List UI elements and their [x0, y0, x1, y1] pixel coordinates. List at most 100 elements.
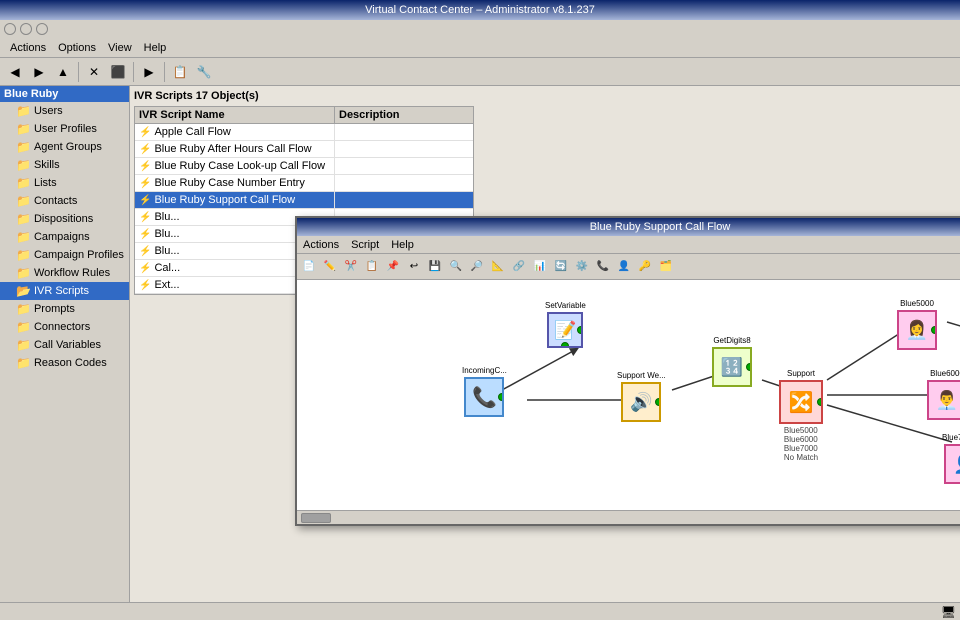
node-blue6000-box[interactable]: 👨‍💼 [927, 380, 960, 420]
script-icon-0: ⚡ [139, 127, 151, 138]
node-support-switch[interactable]: Support 🔀 Blue5000Blue6000Blue7000No Mat… [779, 368, 823, 462]
flow-tb-cut[interactable]: ✂️ [341, 257, 361, 277]
toolbar-icon1[interactable]: 📋 [169, 61, 191, 83]
node-supportwe[interactable]: Support We... 🔊 [617, 370, 666, 422]
ivr-row-0[interactable]: ⚡ Apple Call Flow [135, 124, 473, 141]
node-setvar-label: SetVariable [545, 301, 586, 310]
toolbar-delete[interactable]: ✕ [83, 61, 105, 83]
minimize-btn[interactable] [20, 23, 32, 35]
toolbar-stop[interactable]: ⬛ [107, 61, 129, 83]
folder-icon-lists: 📁 [16, 176, 31, 190]
folder-icon-ivrscripts: 📂 [16, 284, 31, 298]
node-blue6000[interactable]: Blue6000 👨‍💼 [927, 368, 960, 420]
flow-tb-icon8[interactable]: 📞 [593, 257, 613, 277]
node-support-options: Blue5000Blue6000Blue7000No Match [784, 426, 818, 462]
flow-tb-edit[interactable]: ✏️ [320, 257, 340, 277]
flow-scrollbar-horizontal[interactable] [297, 510, 960, 524]
flow-tb-icon7[interactable]: ⚙️ [572, 257, 592, 277]
flow-tb-icon2[interactable]: 🔎 [467, 257, 487, 277]
sidebar-item-userprofiles[interactable]: 📁 User Profiles [0, 120, 129, 138]
title-bar: Virtual Contact Center – Administrator v… [0, 0, 960, 20]
folder-icon-dispositions: 📁 [16, 212, 31, 226]
menu-actions[interactable]: Actions [4, 40, 52, 56]
sidebar-label-campaignprofiles: Campaign Profiles [34, 249, 124, 261]
node-getdigits-box[interactable]: 🔢 [712, 347, 752, 387]
script-icon-7: ⚡ [139, 246, 151, 257]
sidebar-item-users[interactable]: 📁 Users [0, 102, 129, 120]
folder-icon-reasoncodes: 📁 [16, 356, 31, 370]
sidebar-item-callvariables[interactable]: 📁 Call Variables [0, 336, 129, 354]
node-incoming[interactable]: IncomingC... 📞 [462, 365, 507, 417]
menu-options[interactable]: Options [52, 40, 102, 56]
ivr-row-3[interactable]: ⚡ Blue Ruby Case Number Entry [135, 175, 473, 192]
toolbar-up[interactable]: ▲ [52, 61, 74, 83]
node-setvar-icon: 📝 [554, 320, 576, 341]
flow-tb-save[interactable]: 💾 [425, 257, 445, 277]
sidebar-item-lists[interactable]: 📁 Lists [0, 174, 129, 192]
menu-view[interactable]: View [102, 40, 138, 56]
node-incoming-box[interactable]: 📞 [464, 377, 504, 417]
sidebar-item-skills[interactable]: 📁 Skills [0, 156, 129, 174]
node-blue7000[interactable]: Blue7000_O 👤 [942, 432, 960, 484]
flow-canvas[interactable]: SetVariable 📝 IncomingC... 📞 [297, 280, 960, 510]
flow-tb-paste[interactable]: 📌 [383, 257, 403, 277]
node-blue5000-box[interactable]: 👩‍💼 [897, 310, 937, 350]
content-relative: IVR Scripts 17 Object(s) IVR Script Name… [130, 86, 960, 602]
ivr-row-4[interactable]: ⚡ Blue Ruby Support Call Flow [135, 192, 473, 209]
flow-menu-actions[interactable]: Actions [297, 238, 345, 252]
flow-menu-script[interactable]: Script [345, 238, 385, 252]
flow-tb-icon9[interactable]: 👤 [614, 257, 634, 277]
sidebar-item-dispositions[interactable]: 📁 Dispositions [0, 210, 129, 228]
content-area: IVR Scripts 17 Object(s) IVR Script Name… [130, 86, 960, 602]
toolbar-run[interactable]: ▶ [138, 61, 160, 83]
sidebar-label-contacts: Contacts [34, 195, 77, 207]
sidebar-item-campaigns[interactable]: 📁 Campaigns [0, 228, 129, 246]
sidebar-label-campaigns: Campaigns [34, 231, 90, 243]
scroll-thumb-h[interactable] [301, 513, 331, 523]
sidebar-item-connectors[interactable]: 📁 Connectors [0, 318, 129, 336]
col-header-desc: Description [335, 107, 473, 123]
flow-window-title: Blue Ruby Support Call Flow [297, 218, 960, 236]
sidebar-item-ivrscripts[interactable]: 📂 IVR Scripts [0, 282, 129, 300]
flow-tb-icon11[interactable]: 🗂️ [656, 257, 676, 277]
folder-icon-campaigns: 📁 [16, 230, 31, 244]
node-getdigits[interactable]: GetDigits8 🔢 [712, 335, 752, 387]
flow-tb-icon5[interactable]: 📊 [530, 257, 550, 277]
sidebar-item-reasoncodes[interactable]: 📁 Reason Codes [0, 354, 129, 372]
flow-tb-undo[interactable]: ↩ [404, 257, 424, 277]
toolbar-icon2[interactable]: 🔧 [193, 61, 215, 83]
flow-tb-new[interactable]: 📄 [299, 257, 319, 277]
node-supportwe-box[interactable]: 🔊 [621, 382, 661, 422]
close-btn[interactable] [4, 23, 16, 35]
node-support-box[interactable]: 🔀 [779, 380, 823, 424]
toolbar-forward[interactable]: ▶ [28, 61, 50, 83]
flow-menu-help[interactable]: Help [385, 238, 420, 252]
node-setvar[interactable]: SetVariable 📝 [545, 300, 586, 348]
sidebar-item-prompts[interactable]: 📁 Prompts [0, 300, 129, 318]
sidebar-item-workflowrules[interactable]: 📁 Workflow Rules [0, 264, 129, 282]
flow-tb-icon1[interactable]: 🔍 [446, 257, 466, 277]
node-blue6000-label: Blue6000 [930, 369, 960, 378]
ivr-row-2[interactable]: ⚡ Blue Ruby Case Look-up Call Flow [135, 158, 473, 175]
menu-help[interactable]: Help [138, 40, 173, 56]
node-getdigits-icon: 🔢 [721, 357, 743, 378]
maximize-btn[interactable] [36, 23, 48, 35]
flow-tb-icon10[interactable]: 🔑 [635, 257, 655, 277]
script-icon-4: ⚡ [139, 195, 151, 206]
node-supportwe-out [655, 398, 661, 406]
sidebar-item-campaignprofiles[interactable]: 📁 Campaign Profiles [0, 246, 129, 264]
toolbar-back[interactable]: ◀ [4, 61, 26, 83]
flow-tb-icon4[interactable]: 🔗 [509, 257, 529, 277]
node-setvar-box[interactable]: 📝 [547, 312, 583, 348]
sidebar-item-contacts[interactable]: 📁 Contacts [0, 192, 129, 210]
ivr-row-1[interactable]: ⚡ Blue Ruby After Hours Call Flow [135, 141, 473, 158]
node-blue7000-box[interactable]: 👤 [944, 444, 960, 484]
sidebar-label-reasoncodes: Reason Codes [34, 357, 107, 369]
flow-tb-icon3[interactable]: 📐 [488, 257, 508, 277]
flow-tb-copy[interactable]: 📋 [362, 257, 382, 277]
ivr-row-name-3: ⚡ Blue Ruby Case Number Entry [135, 175, 335, 191]
flow-window[interactable]: Blue Ruby Support Call Flow Actions Scri… [295, 216, 960, 526]
node-blue5000[interactable]: Blue5000 👩‍💼 [897, 298, 937, 350]
sidebar-item-agentgroups[interactable]: 📁 Agent Groups [0, 138, 129, 156]
flow-tb-icon6[interactable]: 🔄 [551, 257, 571, 277]
